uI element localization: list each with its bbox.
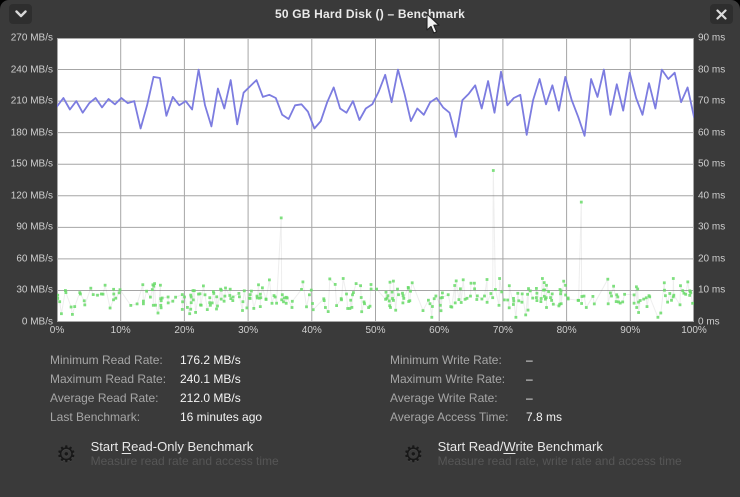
y-left-tick: 90 MB/s: [16, 222, 53, 233]
stat-value: 7.8 ms: [526, 410, 562, 424]
stat-label: Maximum Read Rate:: [50, 372, 180, 386]
stat-label: Average Read Rate:: [50, 391, 180, 405]
y-right-tick: 60 ms: [698, 127, 725, 138]
stat-max-write-rate: Maximum Write Rate: –: [390, 369, 562, 388]
stat-value: –: [526, 391, 533, 405]
benchmark-dialog: 50 GB Hard Disk () – Benchmark 270 MB/s 2…: [0, 0, 740, 497]
benchmark-chart: [57, 38, 694, 322]
y-axis-right-access-time: 90 ms80 ms70 ms60 ms50 ms40 ms30 ms20 ms…: [698, 38, 740, 322]
y-left-tick: 270 MB/s: [11, 33, 53, 44]
close-button[interactable]: [710, 4, 733, 24]
y-right-tick: 70 ms: [698, 96, 725, 107]
stat-value: –: [526, 372, 533, 386]
action-title: Start Read-Only Benchmark: [91, 439, 279, 454]
close-icon: [716, 9, 727, 20]
x-tick: 50%: [365, 325, 385, 336]
x-tick: 90%: [620, 325, 640, 336]
action-text: Start Read/Write Benchmark Measure read …: [438, 439, 682, 468]
y-left-tick: 180 MB/s: [11, 127, 53, 138]
y-right-tick: 50 ms: [698, 159, 725, 170]
write-stats-column: Minimum Write Rate: – Maximum Write Rate…: [390, 350, 562, 426]
stat-label: Minimum Write Rate:: [390, 353, 526, 367]
stat-max-read-rate: Maximum Read Rate: 240.1 MB/s: [50, 369, 262, 388]
y-left-tick: 120 MB/s: [11, 190, 53, 201]
y-axis-left-read-rate: 270 MB/s240 MB/s210 MB/s180 MB/s150 MB/s…: [0, 38, 53, 322]
y-right-tick: 90 ms: [698, 33, 725, 44]
stat-label: Minimum Read Rate:: [50, 353, 180, 367]
stat-label: Last Benchmark:: [50, 410, 180, 424]
action-text: Start Read-Only Benchmark Measure read r…: [91, 439, 279, 468]
y-left-tick: 240 MB/s: [11, 64, 53, 75]
stat-min-write-rate: Minimum Write Rate: –: [390, 350, 562, 369]
stat-value: 212.0 MB/s: [180, 391, 241, 405]
stat-label: Average Write Rate:: [390, 391, 526, 405]
stat-value: –: [526, 353, 533, 367]
stat-min-read-rate: Minimum Read Rate: 176.2 MB/s: [50, 350, 262, 369]
y-right-tick: 10 ms: [698, 285, 725, 296]
stat-value: 176.2 MB/s: [180, 353, 241, 367]
x-tick: 40%: [302, 325, 322, 336]
x-tick: 0%: [50, 325, 64, 336]
x-tick: 10%: [111, 325, 131, 336]
x-tick: 20%: [174, 325, 194, 336]
y-right-tick: 20 ms: [698, 253, 725, 264]
stat-value: 16 minutes ago: [180, 410, 262, 424]
start-read-write-benchmark-button[interactable]: ⚙ Start Read/Write Benchmark Measure rea…: [403, 439, 682, 469]
stat-value: 240.1 MB/s: [180, 372, 241, 386]
stat-last-benchmark: Last Benchmark: 16 minutes ago: [50, 407, 262, 426]
y-right-tick: 80 ms: [698, 64, 725, 75]
x-tick: 60%: [429, 325, 449, 336]
action-subtitle: Measure read rate and access time: [91, 454, 279, 468]
gear-icon: ⚙: [56, 439, 77, 469]
y-left-tick: 60 MB/s: [16, 253, 53, 264]
y-right-tick: 30 ms: [698, 222, 725, 233]
x-tick: 30%: [238, 325, 258, 336]
y-left-tick: 0 MB/s: [22, 317, 53, 328]
y-left-tick: 150 MB/s: [11, 159, 53, 170]
x-tick: 80%: [557, 325, 577, 336]
x-axis-disk-position: 0%10%20%30%40%50%60%70%80%90%100%: [57, 325, 694, 339]
stat-avg-read-rate: Average Read Rate: 212.0 MB/s: [50, 388, 262, 407]
y-left-tick: 210 MB/s: [11, 96, 53, 107]
stat-label: Maximum Write Rate:: [390, 372, 526, 386]
action-title: Start Read/Write Benchmark: [438, 439, 682, 454]
y-left-tick: 30 MB/s: [16, 285, 53, 296]
x-tick: 100%: [681, 325, 707, 336]
action-subtitle: Measure read rate, write rate and access…: [438, 454, 682, 468]
stat-avg-access-time: Average Access Time: 7.8 ms: [390, 407, 562, 426]
start-read-only-benchmark-button[interactable]: ⚙ Start Read-Only Benchmark Measure read…: [56, 439, 279, 469]
stat-label: Average Access Time:: [390, 410, 526, 424]
read-stats-column: Minimum Read Rate: 176.2 MB/s Maximum Re…: [50, 350, 262, 426]
gear-icon: ⚙: [403, 439, 424, 469]
titlebar: 50 GB Hard Disk () – Benchmark: [0, 0, 740, 30]
stat-avg-write-rate: Average Write Rate: –: [390, 388, 562, 407]
x-tick: 70%: [493, 325, 513, 336]
y-right-tick: 40 ms: [698, 190, 725, 201]
window-title: 50 GB Hard Disk () – Benchmark: [0, 7, 740, 21]
